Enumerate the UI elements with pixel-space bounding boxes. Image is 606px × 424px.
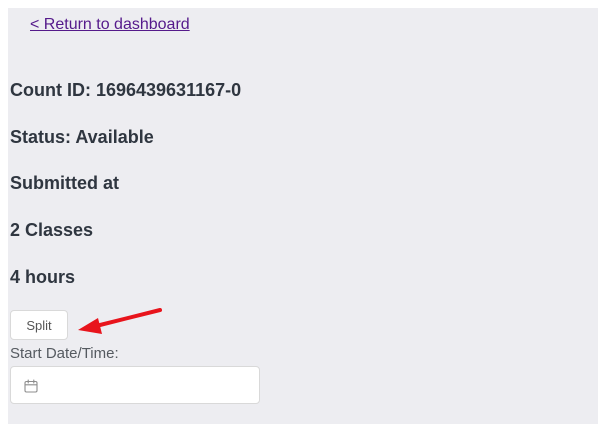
red-arrow-annotation: [78, 308, 162, 334]
start-datetime-input[interactable]: [10, 366, 260, 404]
count-detail-page: < Return to dashboard Count ID: 16964396…: [8, 8, 598, 424]
calendar-icon: [24, 379, 38, 393]
start-datetime-label: Start Date/Time:: [10, 345, 119, 362]
split-button[interactable]: Split: [10, 310, 68, 340]
return-to-dashboard-link[interactable]: < Return to dashboard: [30, 15, 190, 35]
count-id-heading: Count ID: 1696439631167-0: [10, 80, 242, 100]
submitted-at-heading: Submitted at: [10, 173, 120, 193]
hours-heading: 4 hours: [10, 267, 76, 287]
status-heading: Status: Available: [10, 127, 154, 147]
classes-count-heading: 2 Classes: [10, 220, 94, 240]
